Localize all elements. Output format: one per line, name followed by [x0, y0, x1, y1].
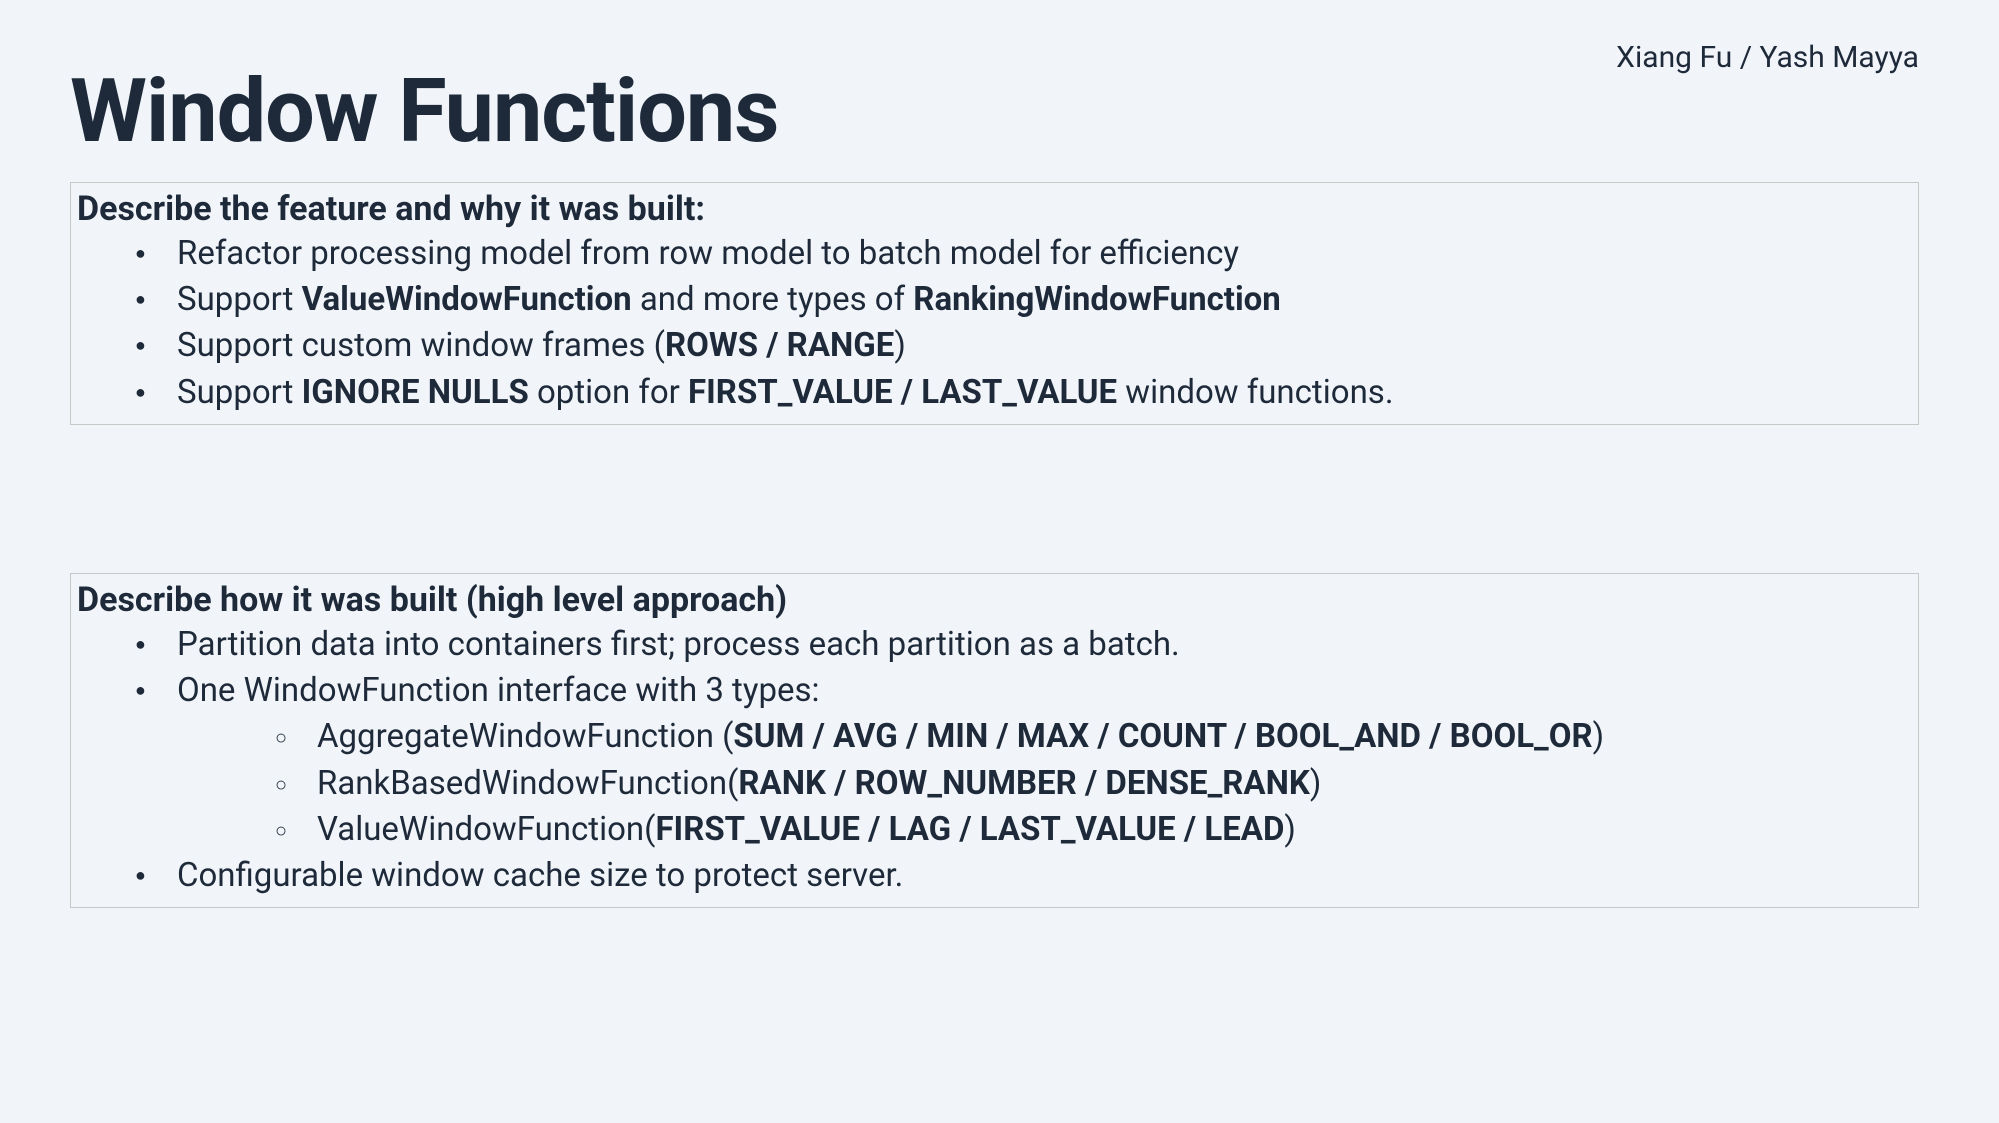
- slide-title: Window Functions: [70, 60, 778, 163]
- text-span: AggregateWindowFunction (: [317, 717, 733, 756]
- text-span: ): [894, 326, 906, 365]
- text-span: window functions.: [1117, 373, 1393, 412]
- authors-text: Xiang Fu / Yash Mayya: [1616, 40, 1919, 75]
- list-item: Support IGNORE NULLS option for FIRST_VA…: [135, 370, 1914, 416]
- section-heading: Describe the feature and why it was buil…: [75, 189, 1914, 229]
- bold-text: RankingWindowFunction: [913, 280, 1281, 319]
- approach-description-section: Describe how it was built (high level ap…: [70, 573, 1919, 908]
- approach-bullet-list: Partition data into containers first; pr…: [75, 622, 1914, 899]
- text-span: ): [1310, 764, 1322, 803]
- text-span: Support custom window frames (: [177, 326, 665, 365]
- section-heading: Describe how it was built (high level ap…: [75, 580, 1914, 620]
- text-span: Support: [177, 280, 302, 319]
- text-span: Support: [177, 373, 302, 412]
- bold-text: ROWS / RANGE: [665, 326, 894, 365]
- bold-text: ValueWindowFunction: [302, 280, 632, 319]
- text-span: One WindowFunction interface with 3 type…: [177, 671, 820, 710]
- list-item: Refactor processing model from row model…: [135, 231, 1914, 277]
- bold-text: IGNORE NULLS: [302, 373, 529, 412]
- list-item: One WindowFunction interface with 3 type…: [135, 668, 1914, 853]
- text-span: ValueWindowFunction(: [317, 810, 655, 849]
- list-item: Configurable window cache size to protec…: [135, 853, 1914, 899]
- list-item: ValueWindowFunction(FIRST_VALUE / LAG / …: [275, 807, 1914, 853]
- text-span: RankBasedWindowFunction(: [317, 764, 738, 803]
- list-item: Support custom window frames (ROWS / RAN…: [135, 323, 1914, 369]
- bold-text: RANK / ROW_NUMBER / DENSE_RANK: [738, 764, 1309, 803]
- list-item: RankBasedWindowFunction(RANK / ROW_NUMBE…: [275, 761, 1914, 807]
- text-span: option for: [529, 373, 688, 412]
- text-span: ): [1284, 810, 1296, 849]
- text-span: and more types of: [632, 280, 914, 319]
- text-span: ): [1593, 717, 1605, 756]
- list-item: Partition data into containers first; pr…: [135, 622, 1914, 668]
- bold-text: SUM / AVG / MIN / MAX / COUNT / BOOL_AND…: [733, 717, 1592, 756]
- list-item: Support ValueWindowFunction and more typ…: [135, 277, 1914, 323]
- feature-description-section: Describe the feature and why it was buil…: [70, 182, 1919, 425]
- feature-bullet-list: Refactor processing model from row model…: [75, 231, 1914, 416]
- bold-text: FIRST_VALUE / LAG / LAST_VALUE / LEAD: [655, 810, 1284, 849]
- list-item: AggregateWindowFunction (SUM / AVG / MIN…: [275, 714, 1914, 760]
- bold-text: FIRST_VALUE / LAST_VALUE: [688, 373, 1117, 412]
- sub-bullet-list: AggregateWindowFunction (SUM / AVG / MIN…: [177, 714, 1914, 853]
